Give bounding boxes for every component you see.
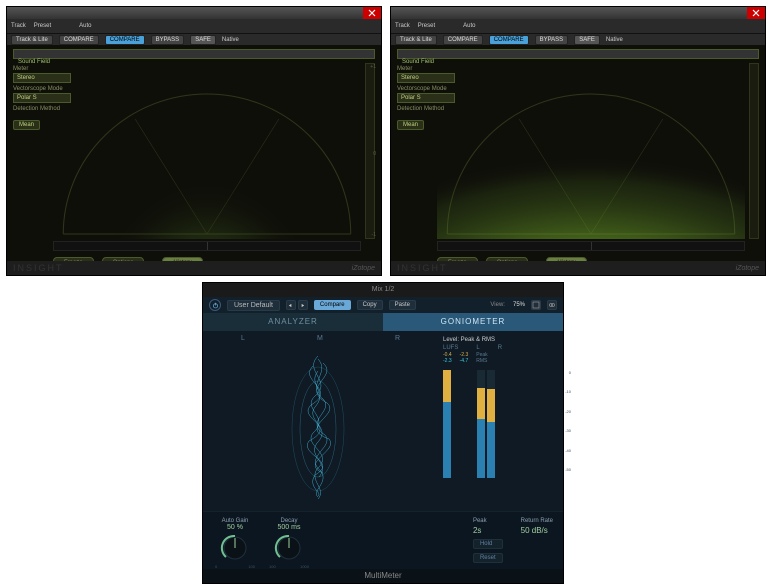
insight-logo: INSIGHT [397, 263, 448, 273]
izotope-logo: iZotope [352, 265, 375, 272]
decay-knob[interactable]: Decay 500 ms 1001000 [269, 518, 309, 563]
power-icon[interactable] [209, 299, 221, 311]
window-titlebar[interactable] [7, 7, 381, 19]
col-r: R [498, 345, 502, 351]
prev-preset-button[interactable] [286, 300, 296, 310]
auto-label: Auto [79, 23, 91, 29]
detection-select[interactable]: Mean [397, 120, 424, 130]
meter-tick: +1 [370, 64, 376, 70]
host-toolbar: Track Preset Auto [391, 19, 765, 33]
reset-button[interactable]: Reset [473, 553, 503, 563]
mm-tabs: ANALYZER GONIOMETER [203, 313, 563, 331]
insight-footer: INSIGHT iZotope [391, 261, 765, 275]
preset-tab[interactable]: Preset [34, 23, 51, 29]
view-label: View: [490, 302, 505, 308]
window-titlebar[interactable] [391, 7, 765, 19]
peak-value[interactable]: 2s [473, 526, 503, 535]
host-toolbar-row2: Track & Lite COMPARE COMPARE BYPASS SAFE… [391, 33, 765, 45]
lufs-rms-readout: -2.3 [443, 358, 452, 364]
settings-icon[interactable] [531, 300, 541, 310]
compare-button[interactable]: COMPARE [105, 35, 145, 45]
host-toolbar-row2: Track & Lite COMPARE COMPARE BYPASS SAFE… [7, 33, 381, 45]
soundfield-header: Sound Field [397, 49, 759, 59]
meter-tick: 0 [373, 151, 376, 157]
next-preset-button[interactable] [298, 300, 308, 310]
rms-lbl: RMS [476, 358, 487, 364]
insight-logo: INSIGHT [13, 263, 64, 273]
compare-dropdown[interactable]: COMPARE [59, 35, 99, 45]
soundfield-header: Sound Field [13, 49, 375, 59]
returnrate-label: Return Rate [521, 518, 553, 524]
level-meter [749, 63, 759, 239]
mm-body: L M R Level: Peak & RMS LUFS L [203, 331, 563, 569]
tab-analyzer[interactable]: ANALYZER [203, 313, 383, 331]
vectorscope-narrow [53, 59, 361, 239]
meter-tick: -1 [372, 232, 376, 238]
native-label: Native [222, 37, 239, 43]
autogain-value: 50 % [215, 524, 255, 531]
bypass-button[interactable]: BYPASS [151, 35, 185, 45]
copy-button[interactable]: Copy [357, 300, 383, 310]
compare-dropdown[interactable]: COMPARE [443, 35, 483, 45]
preset-select[interactable]: User Default [227, 300, 280, 311]
mm-titlebar[interactable]: Mix 1/2 [203, 283, 563, 297]
returnrate-value[interactable]: 50 dB/s [521, 526, 553, 535]
compare-button[interactable]: COMPARE [489, 35, 529, 45]
insight-body: Sound Field Meter Stereo Vectorscope Mod… [7, 45, 381, 275]
link-icon[interactable] [547, 300, 557, 310]
compare-button[interactable]: Compare [314, 300, 351, 310]
preset-nav [286, 300, 308, 310]
goniometer-area: L M R [203, 331, 433, 511]
l-rms-readout: -4.7 [460, 358, 469, 364]
col-lufs: LUFS [443, 345, 458, 351]
level-meters: Level: Peak & RMS LUFS L R -0.4 -2.3 Pea… [443, 337, 555, 485]
track-tab[interactable]: Track [395, 23, 410, 29]
gon-label-r: R [395, 335, 400, 342]
hold-button[interactable]: Hold [473, 539, 503, 549]
detection-select[interactable]: Mean [13, 120, 40, 130]
izotope-logo: iZotope [736, 265, 759, 272]
vectorscope-wide [437, 59, 745, 239]
paste-button[interactable]: Paste [389, 300, 416, 310]
track-tab[interactable]: Track [11, 23, 26, 29]
auto-label: Auto [463, 23, 475, 29]
close-icon[interactable] [363, 7, 381, 19]
insight-footer: INSIGHT iZotope [7, 261, 381, 275]
close-icon[interactable] [747, 7, 765, 19]
insight-plugin-window-right: Track Preset Auto Track & Lite COMPARE C… [390, 6, 766, 276]
insight-body: Sound Field Meter Stereo Vectorscope Mod… [391, 45, 765, 275]
insight-plugin-window-left: Track Preset Auto Track & Lite COMPARE C… [6, 6, 382, 276]
goniometer-trace [243, 341, 393, 501]
autogain-knob[interactable]: Auto Gain 50 % 0100 [215, 518, 255, 563]
bypass-button[interactable]: BYPASS [535, 35, 569, 45]
col-l: L [476, 345, 479, 351]
track-and-lite-button[interactable]: Track & Lite [11, 35, 53, 45]
meters-header: Level: Peak & RMS [443, 337, 555, 343]
correlation-bar [437, 241, 745, 251]
tab-goniometer[interactable]: GONIOMETER [383, 313, 563, 331]
native-label: Native [606, 37, 623, 43]
peak-label: Peak [473, 518, 503, 524]
mm-toolbar: User Default Compare Copy Paste View: 75… [203, 297, 563, 313]
view-pct[interactable]: 75% [513, 302, 525, 308]
host-toolbar: Track Preset Auto [7, 19, 381, 33]
peak-group: Peak 2s Hold Reset Return Rate 50 dB/s [463, 512, 563, 569]
level-meter: +1 0 -1 [365, 63, 375, 239]
meter-bars: 0 -10 -20 -30 -40 -50 [443, 370, 555, 478]
mm-controls: Auto Gain 50 % 0100 Decay 500 ms 1001000… [203, 511, 563, 569]
track-and-lite-button[interactable]: Track & Lite [395, 35, 437, 45]
multimeter-plugin-window: Mix 1/2 User Default Compare Copy Paste … [202, 282, 564, 584]
safe-button[interactable]: SAFE [574, 35, 600, 45]
knob-group: Auto Gain 50 % 0100 Decay 500 ms 1001000 [203, 512, 321, 569]
correlation-bar [53, 241, 361, 251]
safe-button[interactable]: SAFE [190, 35, 216, 45]
decay-value: 500 ms [269, 524, 309, 531]
mm-footer: MultiMeter [203, 569, 563, 583]
preset-tab[interactable]: Preset [418, 23, 435, 29]
